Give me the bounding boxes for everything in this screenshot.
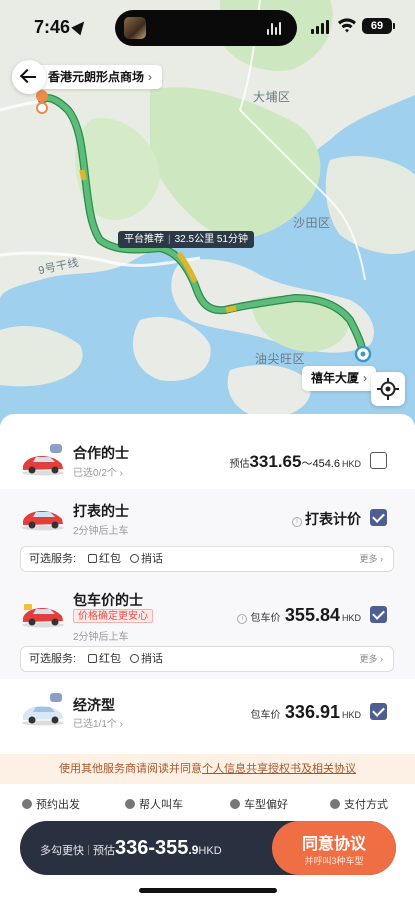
red-packet-option[interactable]: 红包 xyxy=(88,547,121,571)
dynamic-island[interactable] xyxy=(115,10,297,46)
route-time: 51分钟 xyxy=(216,234,248,245)
message-option[interactable]: 捎话 xyxy=(130,647,163,671)
optional-services-bar[interactable]: 可选服务: 红包 捎话 更多 › xyxy=(20,646,394,672)
message-icon xyxy=(130,554,139,563)
route-distance: 32.5公里 xyxy=(174,234,215,245)
info-icon: i xyxy=(292,517,302,527)
service-checkbox[interactable] xyxy=(370,452,387,469)
meter-price-label: i 打表计价 xyxy=(292,509,361,529)
chevron-right-icon: › xyxy=(148,70,153,84)
battery-indicator: 69 xyxy=(362,18,392,34)
chat-bubble-icon xyxy=(50,444,62,453)
service-name: 合作的士 xyxy=(73,445,129,461)
car-icon xyxy=(230,799,240,809)
destination-callout[interactable]: 禧年大厦 › xyxy=(302,366,377,391)
service-selected-count: 已选0/2个 › xyxy=(73,468,124,479)
optional-services-bar[interactable]: 可选服务: 红包 捎话 更多 › xyxy=(20,546,394,572)
service-name: 打表的士 xyxy=(73,503,129,519)
payment-method-button[interactable]: 支付方式 xyxy=(330,794,388,816)
wifi-icon xyxy=(338,18,356,33)
service-selection-sheet: 合作的士 已选0/2个 › 预估331.65～454.6 HKD 打表的士 2分钟… xyxy=(0,414,415,900)
pickup-location-callout[interactable]: 香港元朗形点商场 › xyxy=(34,65,163,89)
battery-tip xyxy=(393,23,395,29)
chevron-right-icon: › xyxy=(363,371,368,385)
map-place-label: 油尖旺区 xyxy=(255,352,306,366)
agreement-link[interactable]: 个人信息共享授权书及相关协议 xyxy=(202,763,356,775)
service-row-economy[interactable]: 经济型 已选1/1个 › 包车价 336.91 HKD xyxy=(0,684,415,740)
wallet-icon xyxy=(330,799,340,809)
optional-services-label: 可选服务: xyxy=(29,553,77,565)
cellular-signal-icon xyxy=(311,20,331,34)
service-price: 包车价 336.91 HKD xyxy=(250,702,361,722)
service-eta: 2分钟后上车 xyxy=(73,632,129,643)
price-guarantee-tag: 价格确定更安心 xyxy=(73,609,153,623)
crosshair-icon xyxy=(377,378,399,400)
economy-car-icon xyxy=(22,706,64,726)
info-icon: i xyxy=(237,614,248,624)
clock-icon xyxy=(22,799,32,809)
back-button[interactable] xyxy=(12,60,46,94)
message-option[interactable]: 捎话 xyxy=(130,547,163,571)
service-price: i 包车价 355.84 HKD xyxy=(237,605,361,626)
location-arrow-icon xyxy=(71,17,89,36)
destination-label: 禧年大厦 xyxy=(311,371,360,385)
red-taxi-icon xyxy=(22,511,64,531)
agreement-notice: 使用其他服务商请阅读并同意个人信息共享授权书及相关协议 xyxy=(0,754,415,784)
service-row-fixed-price-taxi[interactable]: 包车价的士 价格确定更安心 2分钟后上车 i 包车价 355.84 HKD 可选服务… xyxy=(0,584,415,679)
service-name: 经济型 xyxy=(73,697,115,713)
optional-services-label: 可选服务: xyxy=(29,653,77,665)
ride-for-others-button[interactable]: 帮人叫车 xyxy=(125,794,183,816)
home-indicator[interactable] xyxy=(139,888,277,893)
red-packet-option[interactable]: 红包 xyxy=(88,647,121,671)
status-time: 7:46 xyxy=(34,17,71,37)
red-taxi-icon xyxy=(22,604,64,628)
person-icon xyxy=(125,799,135,809)
map-terrain xyxy=(0,0,415,419)
now-playing-artwork xyxy=(124,17,146,39)
pickup-location-label: 香港元朗形点商场 xyxy=(48,70,145,84)
more-options-link[interactable]: 更多 › xyxy=(359,647,383,671)
service-checkbox[interactable] xyxy=(370,509,387,526)
status-bar: 7:46 69 xyxy=(0,0,415,52)
estimated-price-summary: 多勾更快 预估336-355.9HKD xyxy=(40,837,222,859)
service-row-metered-taxi[interactable]: 打表的士 2分钟后上车 i 打表计价 可选服务: 红包 捎话 更多 › xyxy=(0,489,415,584)
red-packet-icon xyxy=(88,554,97,563)
service-selected-count: 已选1/1个 › xyxy=(73,719,124,730)
route-tag: 平台推荐 xyxy=(124,234,164,245)
schedule-ride-button[interactable]: 预约出发 xyxy=(22,794,80,816)
agree-and-call-button[interactable]: 同意协议 并呼叫3种车型 xyxy=(272,821,396,875)
map-place-label: 沙田区 xyxy=(293,216,331,230)
service-eta: 2分钟后上车 xyxy=(73,526,129,537)
more-options-link[interactable]: 更多 › xyxy=(359,547,383,571)
chat-bubble-icon xyxy=(50,693,62,702)
audio-wave-icon xyxy=(267,21,283,35)
car-preference-button[interactable]: 车型偏好 xyxy=(230,794,288,816)
red-taxi-icon xyxy=(22,456,64,476)
service-name: 包车价的士 xyxy=(73,592,143,608)
locate-me-button[interactable] xyxy=(371,372,405,406)
red-packet-icon xyxy=(88,654,97,663)
ride-tools-bar: 预约出发 帮人叫车 车型偏好 支付方式 xyxy=(0,794,415,816)
message-icon xyxy=(130,654,139,663)
service-price: 预估331.65～454.6 HKD xyxy=(229,452,361,471)
service-row-partner-taxi[interactable]: 合作的士 已选0/2个 › 预估331.65～454.6 HKD xyxy=(0,434,415,489)
order-summary-bar: 多勾更快 预估336-355.9HKD 同意协议 并呼叫3种车型 xyxy=(20,821,396,875)
map-place-label: 大埔区 xyxy=(253,90,291,104)
route-map[interactable]: 大埔区 沙田区 9号干线 油尖旺区 平台推荐 | 32.5公里 51分钟 香港元朗形… xyxy=(0,0,415,425)
service-checkbox[interactable] xyxy=(370,703,387,720)
route-summary-tip: 平台推荐 | 32.5公里 51分钟 xyxy=(118,231,254,248)
service-checkbox[interactable] xyxy=(370,606,387,623)
